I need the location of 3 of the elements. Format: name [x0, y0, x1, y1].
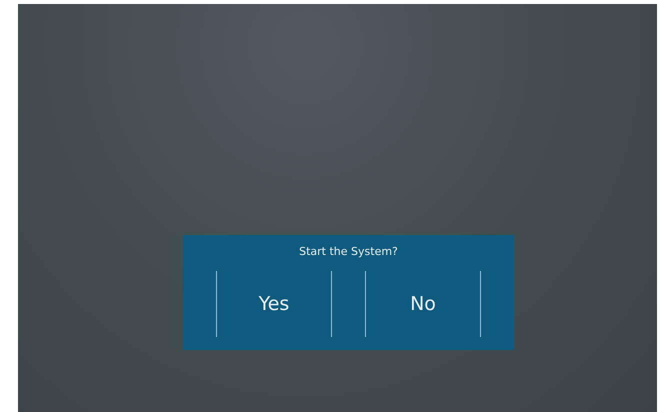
- dialog-button[interactable]: No: [365, 271, 481, 337]
- dialog-button[interactable]: Yes: [216, 271, 332, 337]
- dialog-title: Start the System?: [299, 245, 398, 259]
